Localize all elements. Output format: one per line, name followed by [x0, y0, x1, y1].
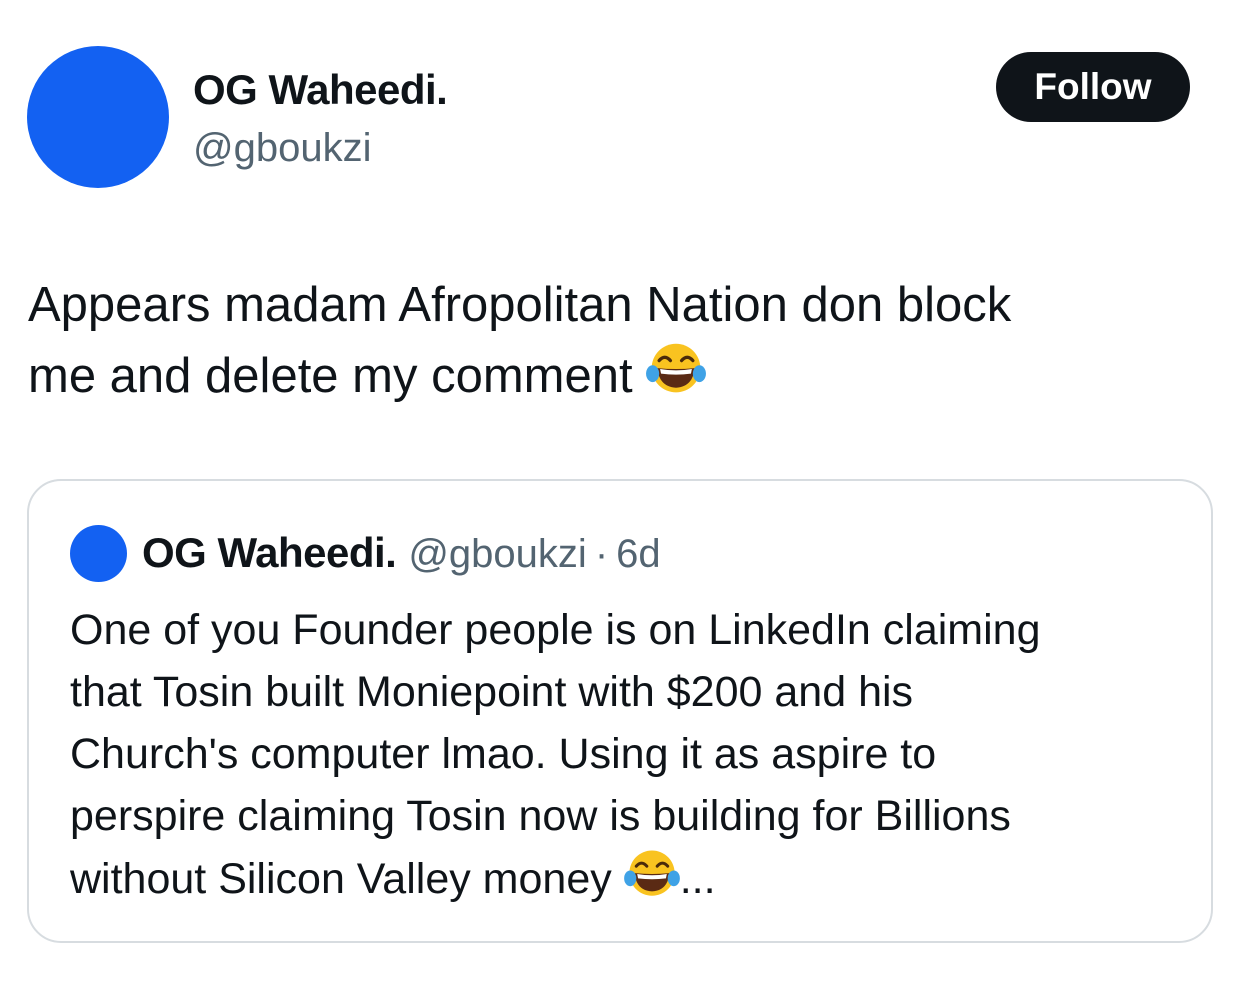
tweet-text-segment: me and delete my comment	[28, 349, 633, 403]
face-with-tears-of-joy-icon	[646, 343, 707, 393]
quoted-text-line: that Tosin built Moniepoint with $200 an…	[70, 668, 914, 716]
quoted-text-line: perspire claiming Tosin now is building …	[70, 792, 1011, 840]
quoted-text-line-last: without Silicon Valley money ...	[70, 847, 1190, 910]
quoted-tweet-card[interactable]: OG Waheedi. @gboukzi · 6d One of you Founde…	[27, 479, 1213, 943]
quoted-tweet-text: One of you Founder people is on LinkedIn…	[70, 599, 1190, 910]
face-with-tears-of-joy-icon	[623, 850, 680, 896]
quoted-handle: @gboukzi	[408, 532, 587, 576]
avatar[interactable]	[27, 46, 169, 188]
quoted-display-name: OG Waheedi.	[142, 529, 397, 576]
quoted-avatar	[70, 525, 127, 582]
tweet-text-line: me and delete my comment	[28, 340, 1208, 411]
quoted-text-segment: without Silicon Valley money	[70, 855, 612, 903]
quoted-text-line: One of you Founder people is on LinkedIn…	[70, 606, 1041, 654]
handle[interactable]: @gboukzi	[193, 124, 371, 172]
quoted-timestamp: 6d	[616, 532, 661, 576]
tweet-text: Appears madam Afropolitan Nation don blo…	[28, 270, 1208, 411]
display-name[interactable]: OG Waheedi.	[193, 64, 448, 116]
quoted-text-line: Church's computer lmao. Using it as aspi…	[70, 730, 937, 778]
tweet-text-line: Appears madam Afropolitan Nation don blo…	[28, 278, 1012, 332]
follow-button[interactable]: Follow	[996, 52, 1190, 122]
quoted-tweet-header: OG Waheedi. @gboukzi · 6d	[142, 527, 661, 589]
truncation-ellipsis: ...	[679, 855, 716, 903]
quoted-separator: ·	[594, 532, 609, 576]
